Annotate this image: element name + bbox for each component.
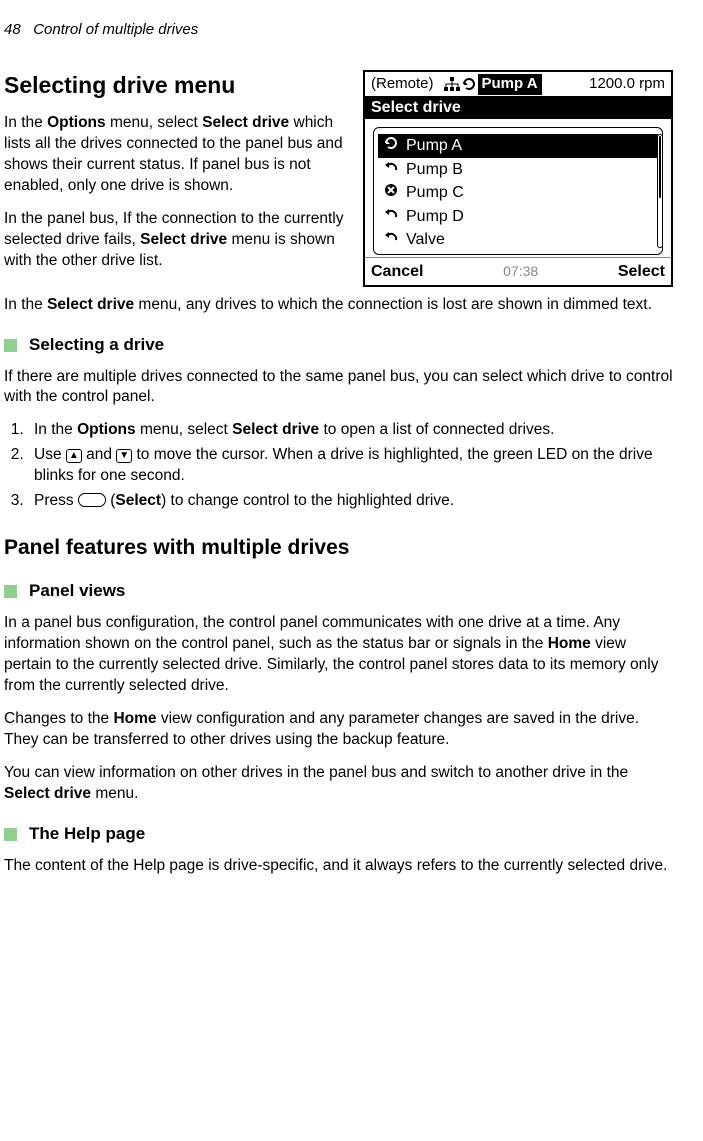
remote-indicator: (Remote) bbox=[371, 74, 434, 94]
subheading-row: Selecting a drive bbox=[4, 334, 673, 357]
text: In the bbox=[34, 421, 77, 438]
text: Select drive bbox=[47, 296, 134, 313]
subheading-row: Panel views bbox=[4, 580, 673, 603]
paragraph: The content of the Help page is drive-sp… bbox=[4, 856, 673, 877]
text: Select drive bbox=[4, 785, 91, 802]
bullet-square-icon bbox=[4, 828, 17, 841]
list-item-label: Pump A bbox=[406, 135, 462, 157]
softkey-right[interactable]: Select bbox=[618, 261, 665, 283]
text: menu. bbox=[91, 785, 138, 802]
text: Options bbox=[47, 114, 106, 131]
text: and bbox=[82, 446, 116, 463]
bullet-square-icon bbox=[4, 585, 17, 598]
list-item-label: Valve bbox=[406, 229, 445, 251]
screen-title: Select drive bbox=[365, 96, 671, 120]
page-number: 48 bbox=[4, 21, 21, 38]
list-item: In the Options menu, select Select drive… bbox=[28, 420, 673, 441]
text: You can view information on other drives… bbox=[4, 764, 628, 781]
bullet-square-icon bbox=[4, 339, 17, 352]
network-icon bbox=[444, 77, 460, 91]
text: Press bbox=[34, 492, 78, 509]
steps-list: In the Options menu, select Select drive… bbox=[4, 420, 673, 512]
text: Options bbox=[77, 421, 136, 438]
status-icons bbox=[444, 77, 476, 91]
drive-list-group: Pump A Pump B Pump C bbox=[373, 127, 663, 255]
rotate-icon bbox=[382, 135, 400, 157]
paragraph: Changes to the Home view configuration a… bbox=[4, 709, 673, 751]
text: Home bbox=[548, 635, 591, 652]
subheading-row: The Help page bbox=[4, 823, 673, 846]
text: In a panel bus configuration, the contro… bbox=[4, 614, 620, 652]
list-item-label: Pump B bbox=[406, 159, 463, 181]
list-item[interactable]: Pump A bbox=[378, 134, 658, 158]
scrollbar[interactable] bbox=[657, 134, 663, 248]
text: Changes to the bbox=[4, 710, 113, 727]
undo-icon bbox=[382, 159, 400, 181]
clock: 07:38 bbox=[503, 262, 538, 281]
paragraph: You can view information on other drives… bbox=[4, 763, 673, 805]
text: menu, select bbox=[106, 114, 203, 131]
list-item[interactable]: Pump D bbox=[378, 205, 658, 229]
active-drive-badge: Pump A bbox=[478, 74, 542, 94]
page-header: 48 Control of multiple drives bbox=[4, 20, 673, 40]
text: menu, select bbox=[136, 421, 233, 438]
heading-panel-views: Panel views bbox=[29, 580, 125, 603]
paragraph: In a panel bus configuration, the contro… bbox=[4, 613, 673, 697]
text: Select drive bbox=[202, 114, 289, 131]
softkey-icon bbox=[78, 493, 106, 507]
list-item-label: Pump C bbox=[406, 182, 464, 204]
undo-icon bbox=[382, 206, 400, 228]
list-item[interactable]: Pump C bbox=[378, 181, 658, 205]
list-item: Press (Select) to change control to the … bbox=[28, 491, 673, 512]
text: menu, any drives to which the connection… bbox=[134, 296, 652, 313]
text: In the bbox=[4, 296, 47, 313]
text: to open a list of connected drives. bbox=[319, 421, 554, 438]
paragraph: If there are multiple drives connected t… bbox=[4, 367, 673, 409]
heading-selecting-a-drive: Selecting a drive bbox=[29, 334, 164, 357]
rpm-value: 1200.0 rpm bbox=[589, 74, 665, 94]
panel-screenshot: (Remote) Pump A 1200.0 rpm Select drive … bbox=[363, 70, 673, 286]
text: Select bbox=[115, 492, 161, 509]
stop-icon bbox=[382, 182, 400, 204]
paragraph: In the Select drive menu, any drives to … bbox=[4, 295, 673, 316]
heading-help-page: The Help page bbox=[29, 823, 145, 846]
text: Use bbox=[34, 446, 66, 463]
undo-icon bbox=[382, 229, 400, 251]
list-item[interactable]: Pump B bbox=[378, 158, 658, 182]
text: Select drive bbox=[140, 231, 227, 248]
drive-list-body: Pump A Pump B Pump C bbox=[365, 119, 671, 255]
text: ( bbox=[106, 492, 115, 509]
down-key-icon: ▼ bbox=[116, 449, 132, 463]
chapter-title: Control of multiple drives bbox=[33, 21, 198, 38]
softkey-left[interactable]: Cancel bbox=[371, 261, 423, 283]
list-item[interactable]: Valve bbox=[378, 228, 658, 252]
status-bar: (Remote) Pump A 1200.0 rpm bbox=[365, 72, 671, 95]
rotate-icon bbox=[462, 77, 476, 91]
text: Select drive bbox=[232, 421, 319, 438]
list-item: Use ▲ and ▼ to move the cursor. When a d… bbox=[28, 445, 673, 487]
heading-panel-features: Panel features with multiple drives bbox=[4, 534, 673, 562]
up-key-icon: ▲ bbox=[66, 449, 82, 463]
softkey-bar: Cancel 07:38 Select bbox=[365, 257, 671, 285]
text: ) to change control to the highlighted d… bbox=[161, 492, 454, 509]
list-item-label: Pump D bbox=[406, 206, 464, 228]
text: In the bbox=[4, 114, 47, 131]
text: Home bbox=[113, 710, 156, 727]
